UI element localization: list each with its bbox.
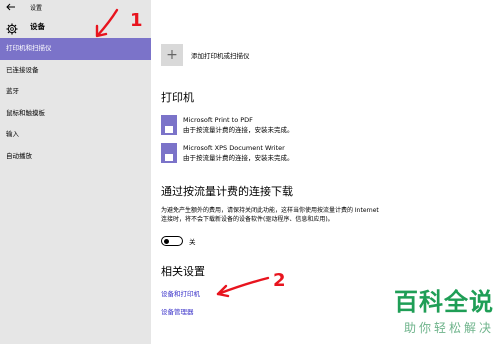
annotation-arrow-2 — [216, 276, 270, 298]
printer-icon — [161, 115, 177, 135]
metered-download-heading: 通过按流量计费的连接下载 — [161, 185, 293, 198]
annotation-number-2: 2 — [273, 270, 286, 291]
sidebar-item-connected-devices[interactable]: 已连接设备 — [0, 60, 151, 82]
watermark-subtitle: 助你轻松解决 — [403, 321, 494, 335]
metered-download-description: 为避免产生额外的费用，请保持关闭此功能，这样当你使用按流量计费的 Interne… — [161, 207, 379, 223]
sidebar-item-typing[interactable]: 输入 — [0, 124, 151, 146]
device-manager-link[interactable]: 设备管理器 — [161, 306, 194, 316]
printers-heading: 打印机 — [161, 91, 194, 104]
printer-item[interactable]: Microsoft XPS Document Writer 由于按流量计费的连接… — [161, 143, 294, 163]
watermark-logo: 百科全说 助你轻松解决 — [394, 282, 494, 336]
sidebar-item-printers-scanners[interactable]: 打印机和扫描仪 — [0, 38, 151, 60]
sidebar-item-mouse-touchpad[interactable]: 鼠标和触摸板 — [0, 103, 151, 125]
devices-and-printers-link[interactable]: 设备和打印机 — [161, 288, 200, 298]
annotation-number-1: 1 — [130, 10, 143, 31]
printer-item[interactable]: Microsoft Print to PDF 由于按流量计费的连接，安装未完成。 — [161, 115, 294, 135]
back-arrow-icon[interactable] — [6, 2, 16, 12]
metered-toggle-row: 关 — [161, 236, 196, 246]
metered-download-toggle[interactable] — [161, 236, 183, 246]
printer-status: 由于按流量计费的连接，安装未完成。 — [183, 126, 294, 134]
gear-icon — [6, 20, 18, 35]
annotation-arrow-1 — [95, 8, 119, 38]
page-title: 设备 — [30, 22, 45, 31]
settings-window: 设置 设备 打印机和扫描仪 已连接设备 蓝牙 鼠标和触摸板 输入 自动播放 + … — [0, 0, 500, 344]
add-printer-row[interactable]: + 添加打印机或扫描仪 — [161, 44, 250, 66]
printer-name: Microsoft Print to PDF — [183, 116, 253, 124]
sidebar: 设置 设备 打印机和扫描仪 已连接设备 蓝牙 鼠标和触摸板 输入 自动播放 — [0, 0, 151, 344]
toggle-state-label: 关 — [189, 238, 196, 246]
plus-icon: + — [166, 47, 178, 63]
related-settings-heading: 相关设置 — [161, 265, 205, 278]
window-title: 设置 — [30, 5, 43, 12]
sidebar-item-bluetooth[interactable]: 蓝牙 — [0, 81, 151, 103]
printer-status: 由于按流量计费的连接，安装未完成。 — [183, 154, 294, 162]
printer-name: Microsoft XPS Document Writer — [183, 144, 285, 152]
watermark-title: 百科全说 — [394, 288, 494, 316]
add-printer-button[interactable]: + — [161, 44, 183, 66]
sidebar-nav: 打印机和扫描仪 已连接设备 蓝牙 鼠标和触摸板 输入 自动播放 — [0, 38, 151, 167]
toggle-knob — [164, 238, 169, 244]
add-printer-label: 添加打印机或扫描仪 — [191, 52, 250, 60]
printer-icon — [161, 143, 177, 163]
sidebar-item-autoplay[interactable]: 自动播放 — [0, 146, 151, 168]
